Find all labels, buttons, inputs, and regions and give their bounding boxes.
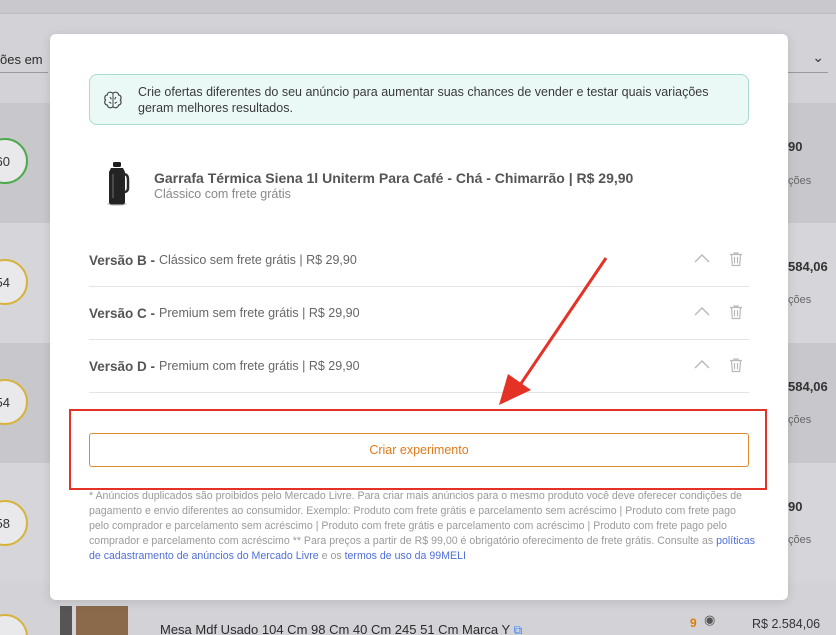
product-listing-type: Clássico com frete grátis bbox=[154, 187, 291, 201]
chevron-down-icon: ⌄ bbox=[812, 50, 824, 66]
terms-of-use-link[interactable]: termos de uso da 99MELI bbox=[345, 550, 466, 562]
bg-product-title-text: Mesa Mdf Usado 104 Cm 98 Cm 40 Cm 245 51… bbox=[160, 622, 510, 635]
version-description: Premium sem frete grátis | R$ 29,90 bbox=[159, 306, 360, 320]
version-name: Versão D - bbox=[89, 358, 156, 374]
chevron-up-icon[interactable] bbox=[693, 356, 711, 374]
bg-price: 584,06 bbox=[788, 379, 828, 394]
trash-icon[interactable] bbox=[729, 251, 743, 267]
bg-price: 584,06 bbox=[788, 259, 828, 274]
bg-product-thumbnail bbox=[76, 606, 128, 635]
info-banner: Crie ofertas diferentes do seu anúncio p… bbox=[89, 74, 749, 125]
eye-icon: ◉ bbox=[704, 613, 716, 628]
create-experiment-button[interactable]: Criar experimento bbox=[89, 433, 749, 467]
version-name: Versão B - bbox=[89, 252, 156, 268]
bg-filter-underline bbox=[0, 72, 48, 73]
product-thumbnail bbox=[107, 162, 130, 206]
bg-price: 90 bbox=[788, 499, 803, 514]
trash-icon[interactable] bbox=[729, 304, 743, 320]
version-actions bbox=[693, 356, 743, 374]
bg-product-title: Mesa Mdf Usado 104 Cm 98 Cm 40 Cm 245 51… bbox=[160, 622, 522, 635]
bg-sub: ções bbox=[788, 294, 812, 306]
bg-score-circle: 54 bbox=[0, 259, 28, 305]
info-banner-text: Crie ofertas diferentes do seu anúncio p… bbox=[138, 84, 709, 115]
bg-score-circle: 58 bbox=[0, 500, 28, 546]
bg-sub: ções bbox=[788, 534, 812, 546]
experiment-modal: Crie ofertas diferentes do seu anúncio p… bbox=[50, 34, 788, 600]
bg-price: 90 bbox=[788, 139, 803, 154]
version-row-d[interactable]: Versão D - Premium com frete grátis | R$… bbox=[89, 340, 749, 393]
bg-thumb-controls bbox=[60, 606, 72, 635]
chevron-up-icon[interactable] bbox=[693, 303, 711, 321]
bg-score-circle: 60 bbox=[0, 138, 28, 184]
bg-top-bar bbox=[0, 0, 836, 14]
chevron-up-icon[interactable] bbox=[693, 250, 711, 268]
trash-icon[interactable] bbox=[729, 357, 743, 373]
brain-icon bbox=[104, 91, 122, 108]
disclaimer-joiner: e os bbox=[318, 550, 345, 562]
bg-filter-label: ões em bbox=[0, 52, 43, 67]
version-row-b[interactable]: Versão B - Clássico sem frete grátis | R… bbox=[89, 234, 749, 287]
bg-bottom-price: R$ 2.584,06 bbox=[752, 617, 821, 631]
bg-score-circle bbox=[0, 614, 28, 635]
version-description: Clássico sem frete grátis | R$ 29,90 bbox=[159, 253, 357, 267]
version-description: Premium com frete grátis | R$ 29,90 bbox=[159, 359, 360, 373]
bg-sub: ções bbox=[788, 175, 812, 187]
product-title: Garrafa Térmica Siena 1l Uniterm Para Ca… bbox=[154, 170, 634, 186]
bg-sub: ções bbox=[788, 414, 812, 426]
disclaimer-text: * Anúncios duplicados são proibidos pelo… bbox=[89, 489, 755, 564]
disclaimer-body: * Anúncios duplicados são proibidos pelo… bbox=[89, 490, 743, 547]
product-summary: Garrafa Térmica Siena 1l Uniterm Para Ca… bbox=[102, 160, 742, 208]
version-actions bbox=[693, 250, 743, 268]
version-row-c[interactable]: Versão C - Premium sem frete grátis | R$… bbox=[89, 287, 749, 340]
version-actions bbox=[693, 303, 743, 321]
external-link-icon: ⧉ bbox=[513, 623, 523, 635]
version-name: Versão C - bbox=[89, 305, 156, 321]
bg-visits-count: 9 bbox=[690, 616, 697, 630]
bg-score-circle: 54 bbox=[0, 379, 28, 425]
